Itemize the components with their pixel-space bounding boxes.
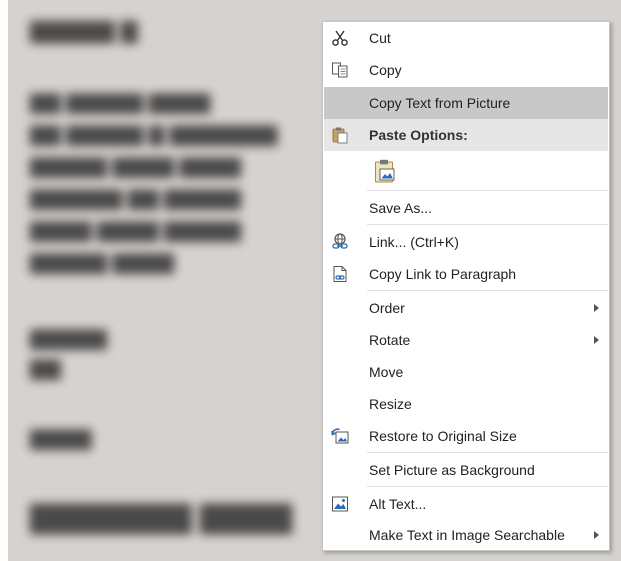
menu-item-cut[interactable]: Cut [324, 22, 608, 54]
submenu-arrow-icon [594, 304, 599, 312]
copy-icon [332, 62, 348, 78]
paste-options-label: Paste Options: [369, 127, 468, 143]
menu-item-resize[interactable]: Resize [324, 388, 608, 420]
alt-text-icon [332, 496, 348, 512]
scissors-icon [332, 30, 348, 46]
rotate-label: Rotate [369, 332, 411, 348]
set-background-label: Set Picture as Background [369, 462, 535, 478]
link-label: Link... (Ctrl+K) [369, 234, 459, 250]
paste-as-picture-button[interactable] [324, 153, 608, 189]
menu-item-copy-text-from-picture[interactable]: Copy Text from Picture [324, 87, 608, 119]
submenu-arrow-icon [594, 531, 599, 539]
menu-separator [367, 290, 608, 291]
menu-separator [367, 452, 608, 453]
restore-size-icon [331, 428, 349, 444]
menu-separator [367, 190, 608, 191]
restore-label: Restore to Original Size [369, 428, 517, 444]
cut-label: Cut [369, 30, 391, 46]
save-as-label: Save As... [369, 200, 433, 216]
menu-item-copy[interactable]: Copy [324, 54, 608, 86]
copy-link-label: Copy Link to Paragraph [369, 266, 517, 282]
menu-item-alt-text[interactable]: Alt Text... [324, 488, 608, 520]
paste-picture-icon [375, 159, 395, 183]
menu-item-copy-link-to-paragraph[interactable]: Copy Link to Paragraph [324, 258, 608, 290]
menu-item-order[interactable]: Order [324, 292, 608, 324]
menu-item-restore-original-size[interactable]: Restore to Original Size [324, 420, 608, 452]
searchable-label: Make Text in Image Searchable [369, 527, 565, 543]
paste-icon [332, 127, 348, 144]
menu-item-set-picture-as-background[interactable]: Set Picture as Background [324, 454, 608, 486]
context-menu: Cut Copy Copy Text from Picture Paste Op… [322, 21, 610, 551]
order-label: Order [369, 300, 405, 316]
alt-text-label: Alt Text... [369, 496, 427, 512]
menu-item-rotate[interactable]: Rotate [324, 324, 608, 356]
submenu-arrow-icon [594, 336, 599, 344]
menu-item-move[interactable]: Move [324, 356, 608, 388]
menu-item-make-text-searchable[interactable]: Make Text in Image Searchable [324, 519, 608, 551]
copy-label: Copy [369, 62, 402, 78]
paste-options-header: Paste Options: [324, 119, 608, 151]
menu-separator [367, 224, 608, 225]
menu-separator [367, 486, 608, 487]
move-label: Move [369, 364, 404, 380]
link-icon [332, 233, 348, 249]
paragraph-link-icon [333, 266, 347, 282]
copy-text-label: Copy Text from Picture [369, 95, 511, 111]
menu-item-save-as[interactable]: Save As... [324, 192, 608, 224]
menu-item-link[interactable]: Link... (Ctrl+K) [324, 226, 608, 258]
resize-label: Resize [369, 396, 412, 412]
